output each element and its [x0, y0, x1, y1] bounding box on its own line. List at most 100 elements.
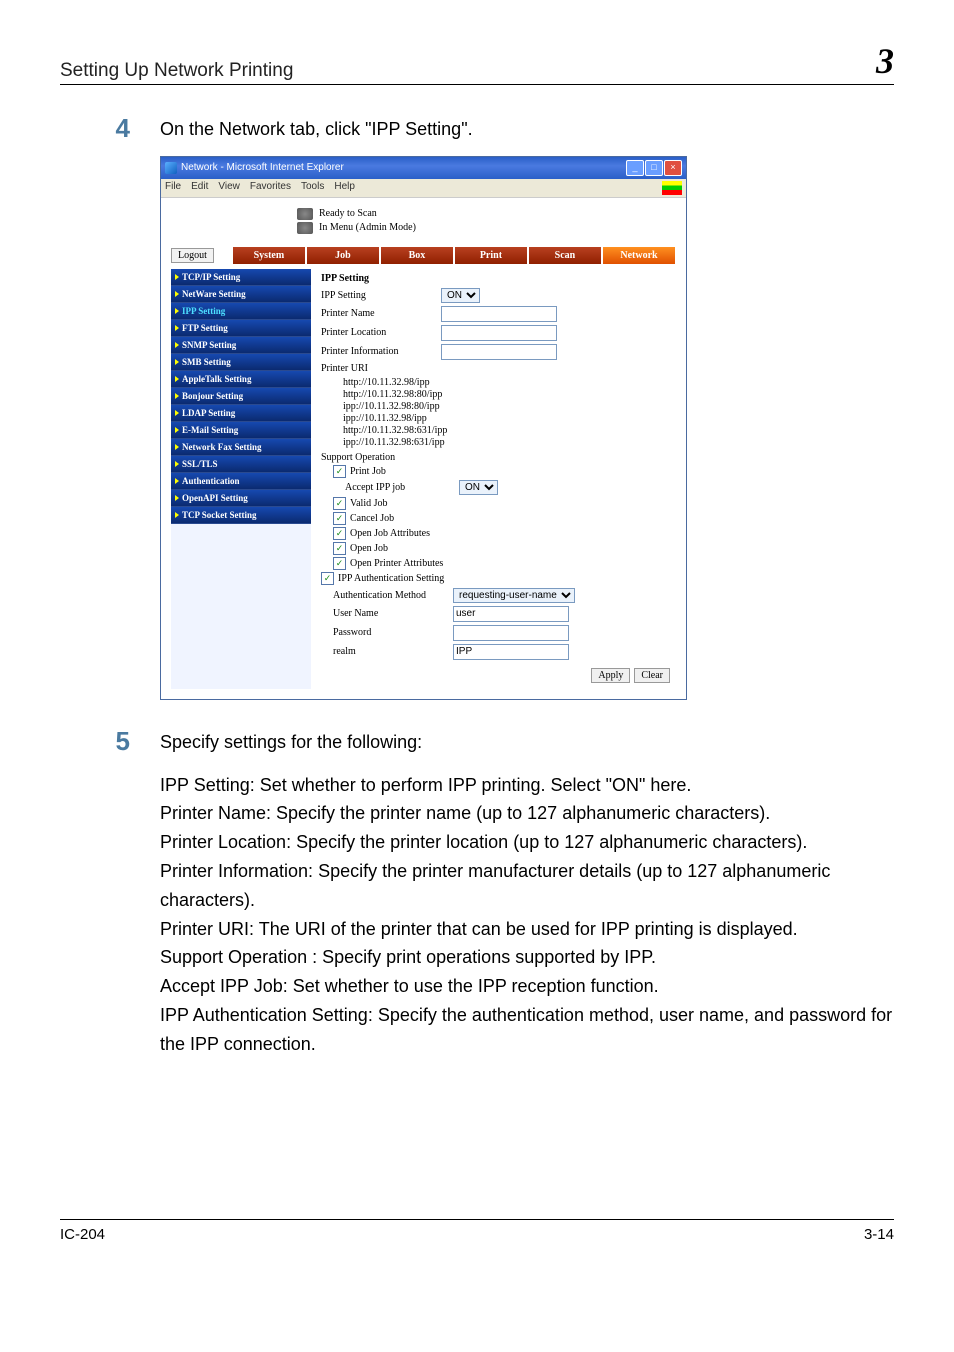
uri-5: ipp://10.11.32.98:631/ipp	[343, 437, 670, 448]
checkbox-open-job[interactable]: ✓	[333, 542, 346, 555]
input-printer-location[interactable]	[441, 325, 557, 341]
input-user-name[interactable]	[453, 606, 569, 622]
tab-box[interactable]: Box	[380, 246, 454, 265]
step-5-line-4: Printer URI: The URI of the printer that…	[160, 915, 894, 944]
menu-file[interactable]: File	[165, 181, 181, 195]
triangle-icon	[175, 342, 179, 348]
panel-title: IPP Setting	[321, 273, 670, 284]
triangle-icon	[175, 308, 179, 314]
lbl-auth-method: Authentication Method	[333, 590, 453, 601]
sidebar-item-appletalk[interactable]: AppleTalk Setting	[171, 371, 311, 388]
tab-job[interactable]: Job	[306, 246, 380, 265]
menu-edit[interactable]: Edit	[191, 181, 208, 195]
triangle-icon	[175, 427, 179, 433]
step-5-line-6: Accept IPP Job: Set whether to use the I…	[160, 972, 894, 1001]
ie-window: Network - Microsoft Internet Explorer _ …	[160, 156, 687, 700]
uri-0: http://10.11.32.98/ipp	[343, 377, 670, 388]
uri-3: ipp://10.11.32.98/ipp	[343, 413, 670, 424]
triangle-icon	[175, 512, 179, 518]
menu-tools[interactable]: Tools	[301, 181, 324, 195]
triangle-icon	[175, 376, 179, 382]
lbl-printer-name: Printer Name	[321, 308, 441, 319]
minimize-button[interactable]: _	[626, 160, 644, 176]
chapter-number: 3	[876, 40, 894, 82]
sidebar-item-tcpip[interactable]: TCP/IP Setting	[171, 269, 311, 286]
sidebar-item-openapi[interactable]: OpenAPI Setting	[171, 490, 311, 507]
triangle-icon	[175, 444, 179, 450]
sidebar-item-email[interactable]: E-Mail Setting	[171, 422, 311, 439]
triangle-icon	[175, 325, 179, 331]
sidebar-item-networkfax[interactable]: Network Fax Setting	[171, 439, 311, 456]
sidebar-item-snmp[interactable]: SNMP Setting	[171, 337, 311, 354]
tab-print[interactable]: Print	[454, 246, 528, 265]
checkbox-ipp-auth[interactable]: ✓	[321, 572, 334, 585]
step-5-number: 5	[60, 728, 160, 754]
step-4-text: On the Network tab, click "IPP Setting".	[160, 115, 894, 144]
tab-network[interactable]: Network	[602, 246, 676, 265]
uri-4: http://10.11.32.98:631/ipp	[343, 425, 670, 436]
sidebar-item-ldap[interactable]: LDAP Setting	[171, 405, 311, 422]
triangle-icon	[175, 461, 179, 467]
ie-app-icon	[165, 162, 177, 174]
input-realm[interactable]	[453, 644, 569, 660]
scanner-icon	[297, 208, 313, 220]
sidebar: TCP/IP Setting NetWare Setting IPP Setti…	[171, 269, 311, 689]
checkbox-open-job-attr[interactable]: ✓	[333, 527, 346, 540]
page-header-title: Setting Up Network Printing	[60, 60, 293, 82]
tab-system[interactable]: System	[232, 246, 306, 265]
logout-button[interactable]: Logout	[171, 248, 214, 263]
checkbox-valid-job[interactable]: ✓	[333, 497, 346, 510]
sidebar-item-ssltls[interactable]: SSL/TLS	[171, 456, 311, 473]
checkbox-cancel-job[interactable]: ✓	[333, 512, 346, 525]
lbl-chk-open-job-attr: Open Job Attributes	[350, 528, 430, 539]
sidebar-item-bonjour[interactable]: Bonjour Setting	[171, 388, 311, 405]
checkbox-open-printer-attr[interactable]: ✓	[333, 557, 346, 570]
triangle-icon	[175, 393, 179, 399]
input-printer-info[interactable]	[441, 344, 557, 360]
sidebar-item-ftp[interactable]: FTP Setting	[171, 320, 311, 337]
mode-icon	[297, 222, 313, 234]
sidebar-item-netware[interactable]: NetWare Setting	[171, 286, 311, 303]
lbl-chk-cancel-job: Cancel Job	[350, 513, 394, 524]
select-auth-method[interactable]: requesting-user-name	[453, 588, 575, 603]
lbl-support-operation: Support Operation	[321, 452, 670, 463]
sidebar-item-tcpsocket[interactable]: TCP Socket Setting	[171, 507, 311, 524]
clear-button[interactable]: Clear	[634, 668, 670, 683]
close-button[interactable]: ×	[664, 160, 682, 176]
main-panel: IPP Setting IPP Setting ON Printer Name …	[315, 269, 676, 689]
footer-left: IC-204	[60, 1226, 105, 1243]
ie-window-title: Network - Microsoft Internet Explorer	[181, 162, 626, 173]
step-5-line-0: IPP Setting: Set whether to perform IPP …	[160, 771, 894, 800]
tab-scan[interactable]: Scan	[528, 246, 602, 265]
step-4-number: 4	[60, 115, 160, 141]
uri-1: http://10.11.32.98:80/ipp	[343, 389, 670, 400]
sidebar-item-smb[interactable]: SMB Setting	[171, 354, 311, 371]
step-5-intro: Specify settings for the following:	[160, 728, 894, 757]
menu-view[interactable]: View	[218, 181, 240, 195]
sidebar-item-auth[interactable]: Authentication	[171, 473, 311, 490]
step-5-line-3: Printer Information: Specify the printer…	[160, 857, 894, 915]
select-ipp-setting[interactable]: ON	[441, 288, 480, 303]
sidebar-item-ipp[interactable]: IPP Setting	[171, 303, 311, 320]
lbl-chk-print-job: Print Job	[350, 466, 386, 477]
input-printer-name[interactable]	[441, 306, 557, 322]
maximize-button[interactable]: □	[645, 160, 663, 176]
menu-help[interactable]: Help	[334, 181, 355, 195]
lbl-realm: realm	[333, 646, 453, 657]
step-5-line-2: Printer Location: Specify the printer lo…	[160, 828, 894, 857]
footer-right: 3-14	[864, 1226, 894, 1243]
lbl-printer-uri: Printer URI	[321, 363, 441, 374]
checkbox-print-job[interactable]: ✓	[333, 465, 346, 478]
input-password[interactable]	[453, 625, 569, 641]
lbl-printer-info: Printer Information	[321, 346, 441, 357]
step-5-line-1: Printer Name: Specify the printer name (…	[160, 799, 894, 828]
select-accept-ipp[interactable]: ON	[459, 480, 498, 495]
uri-2: ipp://10.11.32.98:80/ipp	[343, 401, 670, 412]
lbl-accept-ipp: Accept IPP job	[345, 482, 455, 493]
ie-menubar: File Edit View Favorites Tools Help	[161, 179, 686, 198]
menu-favorites[interactable]: Favorites	[250, 181, 291, 195]
lbl-chk-open-job: Open Job	[350, 543, 388, 554]
triangle-icon	[175, 274, 179, 280]
apply-button[interactable]: Apply	[591, 668, 630, 683]
lbl-password: Password	[333, 627, 453, 638]
